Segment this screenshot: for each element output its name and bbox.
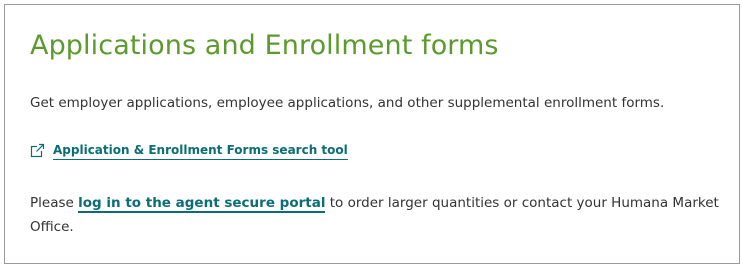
forms-search-tool-link[interactable]: Application & Enrollment Forms search to… xyxy=(30,141,348,160)
section-title: Applications and Enrollment forms xyxy=(30,30,499,61)
external-link-icon xyxy=(30,143,45,158)
forms-card: Applications and Enrollment forms Get em… xyxy=(4,4,740,264)
section-description: Get employer applications, employee appl… xyxy=(30,95,665,111)
agent-portal-login-link[interactable]: log in to the agent secure portal xyxy=(78,195,326,213)
portal-paragraph: Please log in to the agent secure portal… xyxy=(30,191,730,239)
forms-search-tool-label: Application & Enrollment Forms search to… xyxy=(53,141,348,160)
portal-paragraph-lead: Please xyxy=(30,195,79,211)
